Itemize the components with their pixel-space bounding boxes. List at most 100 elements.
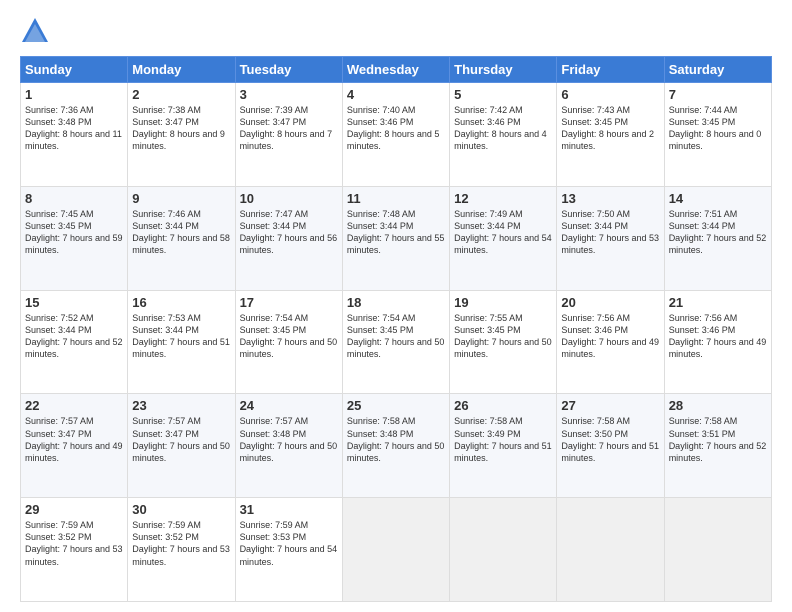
calendar-week-row: 8Sunrise: 7:45 AMSunset: 3:45 PMDaylight… xyxy=(21,186,772,290)
calendar-cell: 30 Sunrise: 7:59 AMSunset: 3:52 PMDayligh… xyxy=(128,498,235,602)
day-number: 7 xyxy=(669,87,767,102)
day-number: 5 xyxy=(454,87,552,102)
calendar-cell xyxy=(557,498,664,602)
day-info: Sunrise: 7:51 AMSunset: 3:44 PMDaylight:… xyxy=(669,208,767,257)
calendar-cell: 4 Sunrise: 7:40 AMSunset: 3:46 PMDaylight… xyxy=(342,83,449,187)
calendar-cell: 29 Sunrise: 7:59 AMSunset: 3:52 PMDayligh… xyxy=(21,498,128,602)
day-info: Sunrise: 7:56 AMSunset: 3:46 PMDaylight:… xyxy=(669,312,767,361)
day-number: 23 xyxy=(132,398,230,413)
calendar-week-row: 29 Sunrise: 7:59 AMSunset: 3:52 PMDayligh… xyxy=(21,498,772,602)
calendar-cell: 22 Sunrise: 7:57 AMSunset: 3:47 PMDayligh… xyxy=(21,394,128,498)
calendar-table: SundayMondayTuesdayWednesdayThursdayFrid… xyxy=(20,56,772,602)
day-info: Sunrise: 7:58 AMSunset: 3:48 PMDaylight:… xyxy=(347,415,445,464)
calendar-cell: 14Sunrise: 7:51 AMSunset: 3:44 PMDayligh… xyxy=(664,186,771,290)
day-number: 27 xyxy=(561,398,659,413)
day-header-tuesday: Tuesday xyxy=(235,57,342,83)
day-info: Sunrise: 7:47 AMSunset: 3:44 PMDaylight:… xyxy=(240,208,338,257)
calendar-cell: 1 Sunrise: 7:36 AMSunset: 3:48 PMDaylight… xyxy=(21,83,128,187)
day-header-saturday: Saturday xyxy=(664,57,771,83)
day-info: Sunrise: 7:59 AMSunset: 3:52 PMDaylight:… xyxy=(132,519,230,568)
day-info: Sunrise: 7:42 AMSunset: 3:46 PMDaylight:… xyxy=(454,104,552,153)
day-info: Sunrise: 7:55 AMSunset: 3:45 PMDaylight:… xyxy=(454,312,552,361)
day-info: Sunrise: 7:48 AMSunset: 3:44 PMDaylight:… xyxy=(347,208,445,257)
day-number: 10 xyxy=(240,191,338,206)
day-header-monday: Monday xyxy=(128,57,235,83)
day-info: Sunrise: 7:56 AMSunset: 3:46 PMDaylight:… xyxy=(561,312,659,361)
day-number: 4 xyxy=(347,87,445,102)
day-number: 15 xyxy=(25,295,123,310)
day-number: 6 xyxy=(561,87,659,102)
calendar-cell: 13 Sunrise: 7:50 AMSunset: 3:44 PMDayligh… xyxy=(557,186,664,290)
day-info: Sunrise: 7:59 AMSunset: 3:52 PMDaylight:… xyxy=(25,519,123,568)
day-info: Sunrise: 7:36 AMSunset: 3:48 PMDaylight:… xyxy=(25,104,123,153)
day-number: 2 xyxy=(132,87,230,102)
day-number: 13 xyxy=(561,191,659,206)
calendar-cell xyxy=(342,498,449,602)
day-number: 22 xyxy=(25,398,123,413)
day-number: 12 xyxy=(454,191,552,206)
logo-icon xyxy=(20,16,50,46)
day-header-wednesday: Wednesday xyxy=(342,57,449,83)
day-number: 28 xyxy=(669,398,767,413)
calendar-cell xyxy=(450,498,557,602)
calendar-cell: 17 Sunrise: 7:54 AMSunset: 3:45 PMDayligh… xyxy=(235,290,342,394)
day-info: Sunrise: 7:44 AMSunset: 3:45 PMDaylight:… xyxy=(669,104,767,153)
calendar-cell: 15Sunrise: 7:52 AMSunset: 3:44 PMDayligh… xyxy=(21,290,128,394)
day-info: Sunrise: 7:46 AMSunset: 3:44 PMDaylight:… xyxy=(132,208,230,257)
day-info: Sunrise: 7:38 AMSunset: 3:47 PMDaylight:… xyxy=(132,104,230,153)
day-info: Sunrise: 7:43 AMSunset: 3:45 PMDaylight:… xyxy=(561,104,659,153)
day-info: Sunrise: 7:40 AMSunset: 3:46 PMDaylight:… xyxy=(347,104,445,153)
logo xyxy=(20,16,54,46)
day-info: Sunrise: 7:59 AMSunset: 3:53 PMDaylight:… xyxy=(240,519,338,568)
calendar-cell: 20 Sunrise: 7:56 AMSunset: 3:46 PMDayligh… xyxy=(557,290,664,394)
day-number: 9 xyxy=(132,191,230,206)
day-header-sunday: Sunday xyxy=(21,57,128,83)
calendar-cell: 18 Sunrise: 7:54 AMSunset: 3:45 PMDayligh… xyxy=(342,290,449,394)
calendar-header-row: SundayMondayTuesdayWednesdayThursdayFrid… xyxy=(21,57,772,83)
day-number: 3 xyxy=(240,87,338,102)
calendar-cell: 25 Sunrise: 7:58 AMSunset: 3:48 PMDayligh… xyxy=(342,394,449,498)
calendar-cell: 21 Sunrise: 7:56 AMSunset: 3:46 PMDayligh… xyxy=(664,290,771,394)
day-number: 20 xyxy=(561,295,659,310)
calendar-cell: 19Sunrise: 7:55 AMSunset: 3:45 PMDayligh… xyxy=(450,290,557,394)
day-number: 18 xyxy=(347,295,445,310)
day-number: 25 xyxy=(347,398,445,413)
day-info: Sunrise: 7:57 AMSunset: 3:48 PMDaylight:… xyxy=(240,415,338,464)
day-number: 26 xyxy=(454,398,552,413)
day-header-thursday: Thursday xyxy=(450,57,557,83)
day-number: 1 xyxy=(25,87,123,102)
day-info: Sunrise: 7:58 AMSunset: 3:51 PMDaylight:… xyxy=(669,415,767,464)
calendar-cell: 11 Sunrise: 7:48 AMSunset: 3:44 PMDayligh… xyxy=(342,186,449,290)
day-number: 29 xyxy=(25,502,123,517)
calendar-week-row: 1 Sunrise: 7:36 AMSunset: 3:48 PMDaylight… xyxy=(21,83,772,187)
calendar-week-row: 15Sunrise: 7:52 AMSunset: 3:44 PMDayligh… xyxy=(21,290,772,394)
day-number: 30 xyxy=(132,502,230,517)
day-number: 17 xyxy=(240,295,338,310)
calendar-cell: 28 Sunrise: 7:58 AMSunset: 3:51 PMDayligh… xyxy=(664,394,771,498)
day-info: Sunrise: 7:50 AMSunset: 3:44 PMDaylight:… xyxy=(561,208,659,257)
day-info: Sunrise: 7:53 AMSunset: 3:44 PMDaylight:… xyxy=(132,312,230,361)
day-header-friday: Friday xyxy=(557,57,664,83)
calendar-cell: 24Sunrise: 7:57 AMSunset: 3:48 PMDayligh… xyxy=(235,394,342,498)
calendar-cell: 3Sunrise: 7:39 AMSunset: 3:47 PMDaylight… xyxy=(235,83,342,187)
day-info: Sunrise: 7:57 AMSunset: 3:47 PMDaylight:… xyxy=(25,415,123,464)
calendar-cell: 16 Sunrise: 7:53 AMSunset: 3:44 PMDayligh… xyxy=(128,290,235,394)
calendar-cell: 12Sunrise: 7:49 AMSunset: 3:44 PMDayligh… xyxy=(450,186,557,290)
day-info: Sunrise: 7:45 AMSunset: 3:45 PMDaylight:… xyxy=(25,208,123,257)
calendar-cell: 26Sunrise: 7:58 AMSunset: 3:49 PMDayligh… xyxy=(450,394,557,498)
calendar-page: SundayMondayTuesdayWednesdayThursdayFrid… xyxy=(0,0,792,612)
day-number: 31 xyxy=(240,502,338,517)
calendar-cell: 31 Sunrise: 7:59 AMSunset: 3:53 PMDayligh… xyxy=(235,498,342,602)
calendar-cell: 5 Sunrise: 7:42 AMSunset: 3:46 PMDaylight… xyxy=(450,83,557,187)
calendar-cell: 2 Sunrise: 7:38 AMSunset: 3:47 PMDaylight… xyxy=(128,83,235,187)
calendar-cell: 6 Sunrise: 7:43 AMSunset: 3:45 PMDaylight… xyxy=(557,83,664,187)
calendar-cell xyxy=(664,498,771,602)
day-number: 21 xyxy=(669,295,767,310)
day-number: 16 xyxy=(132,295,230,310)
day-number: 11 xyxy=(347,191,445,206)
calendar-cell: 9 Sunrise: 7:46 AMSunset: 3:44 PMDaylight… xyxy=(128,186,235,290)
calendar-cell: 27Sunrise: 7:58 AMSunset: 3:50 PMDayligh… xyxy=(557,394,664,498)
day-info: Sunrise: 7:54 AMSunset: 3:45 PMDaylight:… xyxy=(347,312,445,361)
day-info: Sunrise: 7:54 AMSunset: 3:45 PMDaylight:… xyxy=(240,312,338,361)
calendar-cell: 23Sunrise: 7:57 AMSunset: 3:47 PMDayligh… xyxy=(128,394,235,498)
